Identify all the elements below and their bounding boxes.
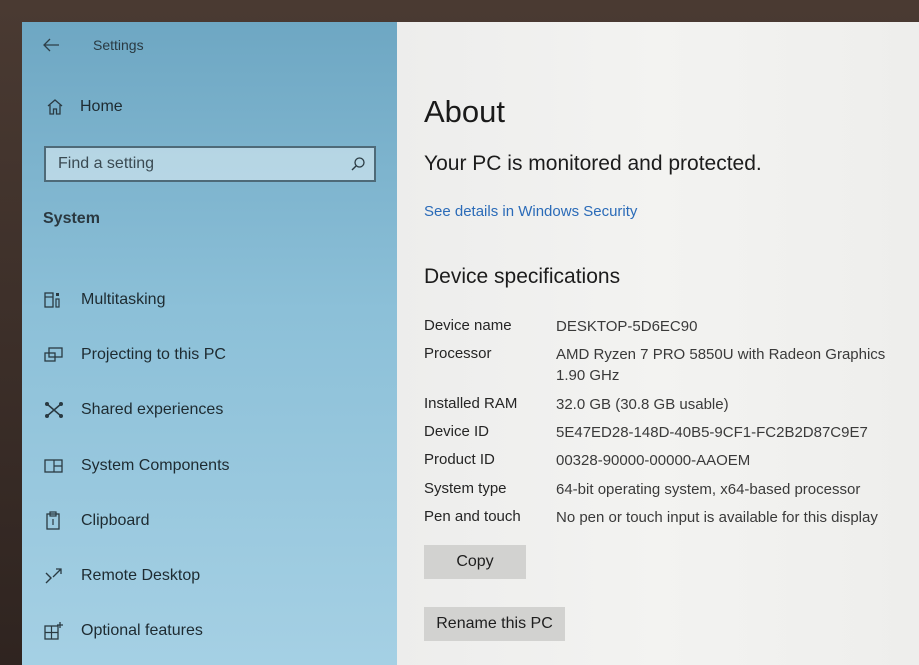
- settings-window: Settings Home System: [22, 22, 919, 665]
- sidebar-item-multitasking[interactable]: Multitasking: [44, 288, 165, 312]
- sidebar-item-label: Clipboard: [81, 512, 150, 529]
- sidebar-item-label: Remote Desktop: [81, 567, 201, 584]
- spec-label-processor: Processor: [424, 345, 492, 362]
- sidebar-item-projecting[interactable]: Projecting to this PC: [44, 343, 226, 367]
- search-icon[interactable]: [350, 156, 366, 172]
- system-components-icon: [44, 456, 64, 476]
- device-specifications-heading: Device specifications: [424, 265, 621, 288]
- sidebar-item-system-components[interactable]: System Components: [44, 454, 230, 478]
- title-bar: Settings: [42, 35, 144, 55]
- spec-label-device-id: Device ID: [424, 423, 490, 440]
- section-label-system: System: [43, 210, 100, 227]
- projecting-icon: [44, 345, 64, 365]
- sidebar: Settings Home System: [22, 22, 397, 665]
- spec-value-product-id: 00328-90000-00000-AAOEM: [556, 452, 751, 469]
- spec-value-installed-ram: 32.0 GB (30.8 GB usable): [556, 396, 729, 413]
- protection-status: Your PC is monitored and protected.: [424, 152, 762, 175]
- search-input[interactable]: [58, 155, 338, 173]
- spec-value-processor: AMD Ryzen 7 PRO 5850U with Radeon Graphi…: [556, 346, 886, 384]
- sidebar-item-label: Home: [80, 98, 123, 115]
- main-content: About Your PC is monitored and protected…: [397, 22, 919, 665]
- spec-label-device-name: Device name: [424, 317, 512, 334]
- rename-pc-button[interactable]: Rename this PC: [424, 607, 565, 641]
- spec-value-device-name: DESKTOP-5D6EC90: [556, 318, 698, 335]
- sidebar-item-home[interactable]: Home: [46, 98, 123, 116]
- back-arrow-icon[interactable]: [42, 37, 60, 53]
- shared-experiences-icon: [44, 400, 64, 420]
- clipboard-icon: [44, 511, 64, 531]
- spec-value-pen-and-touch: No pen or touch input is available for t…: [556, 509, 878, 526]
- spec-label-product-id: Product ID: [424, 451, 495, 468]
- spec-label-installed-ram: Installed RAM: [424, 395, 518, 412]
- remote-desktop-icon: [44, 566, 64, 586]
- sidebar-item-optional-features[interactable]: Optional features: [44, 619, 203, 643]
- windows-security-link[interactable]: See details in Windows Security: [424, 203, 637, 220]
- spec-label-pen-and-touch: Pen and touch: [424, 508, 521, 525]
- sidebar-item-label: System Components: [81, 457, 230, 474]
- search-box: [44, 146, 376, 182]
- multitasking-icon: [44, 290, 64, 310]
- optional-features-icon: [44, 621, 64, 641]
- app-title: Settings: [93, 37, 144, 53]
- sidebar-item-label: Shared experiences: [81, 401, 224, 418]
- sidebar-item-label: Optional features: [81, 622, 203, 639]
- home-icon: [47, 99, 63, 115]
- sidebar-item-remote-desktop[interactable]: Remote Desktop: [44, 564, 200, 588]
- sidebar-item-label: Projecting to this PC: [81, 346, 226, 363]
- sidebar-item-shared-experiences[interactable]: Shared experiences: [44, 398, 223, 422]
- sidebar-item-label: Multitasking: [81, 291, 166, 308]
- spec-label-system-type: System type: [424, 480, 507, 497]
- spec-value-device-id: 5E47ED28-148D-40B5-9CF1-FC2B2D87C9E7: [556, 424, 868, 441]
- page-title: About: [424, 94, 506, 129]
- copy-button[interactable]: Copy: [424, 545, 526, 579]
- sidebar-item-clipboard[interactable]: Clipboard: [44, 509, 149, 533]
- spec-value-system-type: 64-bit operating system, x64-based proce…: [556, 481, 861, 498]
